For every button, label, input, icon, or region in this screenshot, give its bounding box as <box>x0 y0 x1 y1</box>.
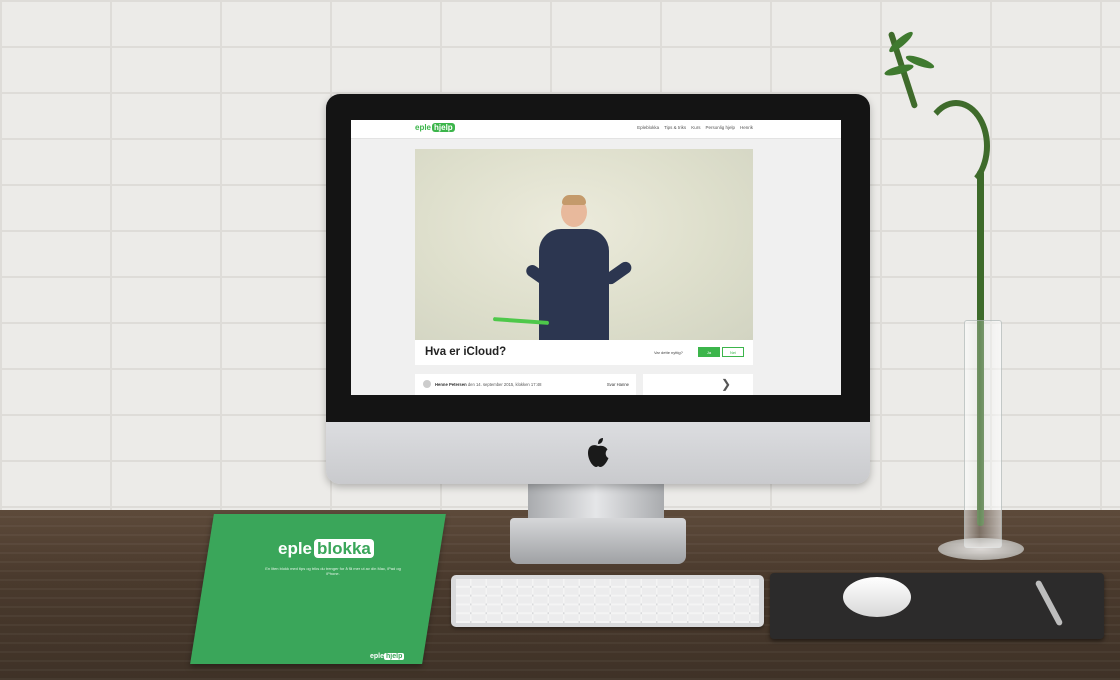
logo-word: eple <box>415 123 432 132</box>
nav-item-tips[interactable]: Tips & triks <box>664 125 686 130</box>
main-nav: Epleblokka Tips & triks Kurs Personlig h… <box>637 125 753 130</box>
useful-yes-button[interactable]: Ja <box>698 347 720 357</box>
monitor-chin <box>326 422 870 484</box>
brochure-title-word: eple <box>278 539 313 558</box>
browser-screen: eple hjelp Epleblokka Tips & triks Kurs P… <box>351 120 841 395</box>
comment-date: den 14. september 2015, klokken 17:48 <box>467 382 542 387</box>
apple-logo-icon <box>588 438 609 467</box>
comment-card: Henne Petersen den 14. september 2015, k… <box>415 374 636 395</box>
site-logo[interactable]: eple hjelp <box>415 123 455 132</box>
page-title: Hva er iCloud? <box>425 346 507 358</box>
reply-link[interactable]: Svar Hanne <box>607 382 629 387</box>
next-article-card[interactable]: ❯ <box>643 374 753 395</box>
site-header: eple hjelp Epleblokka Tips & triks Kurs P… <box>351 120 841 139</box>
brochure-text: En liten blokk med tips og triks du tren… <box>265 566 401 576</box>
nav-item-kurs[interactable]: Kurs <box>691 125 700 130</box>
brochure-title-pill: blokka <box>314 539 374 558</box>
comment-meta: Henne Petersen den 14. september 2015, k… <box>435 382 541 387</box>
brochure-logo-word: eple <box>370 653 385 660</box>
useful-no-button[interactable]: Nei <box>722 347 744 357</box>
brochure-logo-pill: hjelp <box>384 653 405 660</box>
glass-vase <box>964 320 1002 548</box>
brochure-title: eple blokka <box>278 539 374 559</box>
video-player[interactable] <box>415 149 753 340</box>
nav-item-epleblokka[interactable]: Epleblokka <box>637 125 659 130</box>
useful-question: Var dette nyttig? <box>654 350 683 355</box>
nav-item-user[interactable]: Henrik <box>740 125 753 130</box>
comment-author[interactable]: Henne Petersen <box>435 382 467 387</box>
presenter-hair <box>562 195 586 205</box>
chevron-right-icon[interactable]: ❯ <box>721 378 731 390</box>
keyboard <box>451 575 764 627</box>
keyboard-keys <box>456 579 759 623</box>
nav-item-personlig-hjelp[interactable]: Personlig hjelp <box>705 125 735 130</box>
vase-base <box>938 538 1024 560</box>
monitor-stand-base <box>510 518 686 564</box>
mouse <box>843 577 911 617</box>
presenter-body <box>539 229 609 340</box>
brochure-logo: eple hjelp <box>370 653 405 660</box>
epleblokka-brochure <box>190 514 446 664</box>
logo-pill: hjelp <box>432 123 455 132</box>
article-title-card: Hva er iCloud? Var dette nyttig? Ja Nei <box>415 340 753 365</box>
avatar <box>423 380 431 388</box>
monitor-stand-neck <box>528 482 664 522</box>
